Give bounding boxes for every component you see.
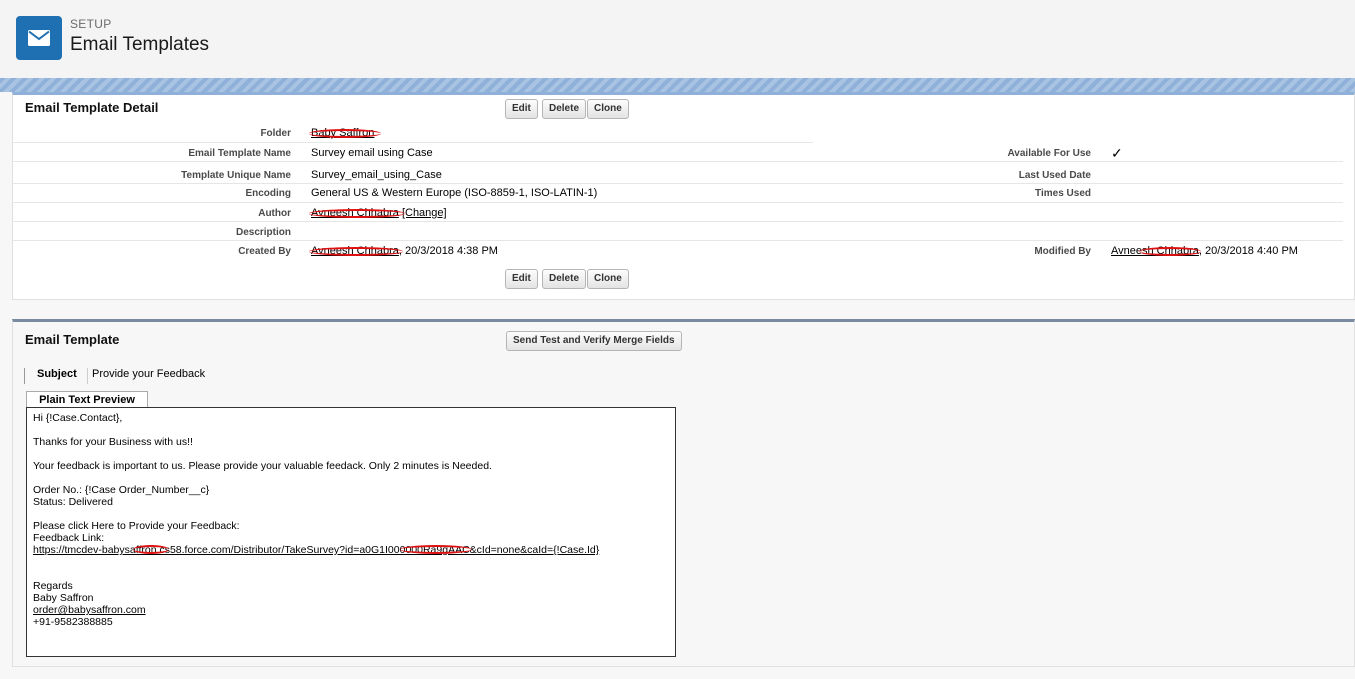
unique-name-row: Template Unique Name Survey_email_using_…: [13, 165, 1343, 184]
description-row: Description: [13, 222, 1343, 241]
email-template-title: Email Template: [25, 332, 120, 347]
folder-label: Folder: [260, 128, 291, 139]
times-used-label: Times Used: [1035, 188, 1091, 199]
plain-text-preview: Hi {!Case.Contact}, Thanks for your Busi…: [26, 407, 676, 657]
subject-label: Subject: [24, 368, 77, 384]
redaction-mark: [309, 247, 403, 256]
encoding-row: Encoding General US & Western Europe (IS…: [13, 184, 1343, 203]
unique-name-value: Survey_email_using_Case: [311, 169, 442, 181]
email-template-panel: Email Template Send Test and Verify Merg…: [12, 319, 1355, 667]
folder-row: Folder Baby Saffron: [13, 124, 813, 143]
unique-name-label: Template Unique Name: [181, 170, 291, 181]
decorative-band: [0, 78, 1355, 92]
page-header: SETUP Email Templates: [0, 0, 1355, 78]
template-name-row: Email Template Name Survey email using C…: [13, 143, 1343, 162]
feedback-url-link[interactable]: https://tmcdev-babysaffron.cs58.force.co…: [33, 544, 599, 556]
clone-button-bottom[interactable]: Clone: [587, 269, 629, 289]
last-used-date-label: Last Used Date: [1018, 170, 1091, 181]
redaction-mark: [400, 545, 472, 554]
edit-button[interactable]: Edit: [505, 99, 538, 119]
template-name-value: Survey email using Case: [311, 147, 433, 159]
redaction-mark: [309, 129, 381, 138]
edit-button-bottom[interactable]: Edit: [505, 269, 538, 289]
body-status: Status: Delivered: [33, 496, 113, 508]
email-template-detail-panel: Email Template Detail Edit Delete Clone …: [12, 92, 1355, 300]
body-sender: Baby Saffron: [33, 592, 94, 604]
author-label: Author: [258, 208, 291, 219]
clone-button[interactable]: Clone: [587, 99, 629, 119]
body-feedback-link-label: Feedback Link:: [33, 532, 105, 544]
modified-date: , 20/3/2018 4:40 PM: [1198, 245, 1298, 257]
change-author-link[interactable]: [Change]: [402, 207, 447, 219]
available-for-use-label: Available For Use: [1007, 148, 1091, 159]
subject-value: Provide your Feedback: [87, 368, 205, 384]
body-order-no: Order No.: {!Case Order_Number__c}: [33, 484, 210, 496]
body-greeting: Hi {!Case.Contact},: [33, 412, 123, 424]
encoding-label: Encoding: [245, 188, 291, 199]
body-feedback-note: Your feedback is important to us. Please…: [33, 460, 492, 472]
tab-plain-text-preview[interactable]: Plain Text Preview: [26, 391, 148, 408]
page-title: Email Templates: [70, 34, 210, 55]
template-name-label: Email Template Name: [188, 148, 291, 159]
send-test-button[interactable]: Send Test and Verify Merge Fields: [506, 331, 682, 351]
envelope-icon: [16, 16, 62, 60]
detail-title: Email Template Detail: [25, 100, 159, 115]
body-phone: +91-9582388885: [33, 616, 113, 628]
delete-button[interactable]: Delete: [542, 99, 587, 119]
created-by-label: Created By: [238, 246, 291, 257]
redaction-mark: [133, 545, 169, 554]
sender-email-link[interactable]: order@babysaffron.com: [33, 604, 146, 616]
created-modified-row: Created By Avneesh Chhabra, 20/3/2018 4:…: [13, 241, 1343, 260]
setup-label: SETUP: [70, 17, 112, 31]
encoding-value: General US & Western Europe (ISO-8859-1,…: [311, 187, 598, 199]
body-thanks: Thanks for your Business with us!!: [33, 436, 193, 448]
author-row: Author Avneesh Chhabra [Change]: [13, 203, 1343, 222]
modified-by-label: Modified By: [1034, 246, 1091, 257]
delete-button-bottom[interactable]: Delete: [542, 269, 587, 289]
redaction-mark: [1139, 247, 1201, 256]
created-date: , 20/3/2018 4:38 PM: [398, 245, 498, 257]
description-label: Description: [235, 227, 291, 238]
body-click-here: Please click Here to Provide your Feedba…: [33, 520, 240, 532]
checkmark-icon: ✓: [1111, 145, 1123, 161]
body-regards: Regards: [33, 580, 73, 592]
redaction-mark: [309, 209, 405, 218]
